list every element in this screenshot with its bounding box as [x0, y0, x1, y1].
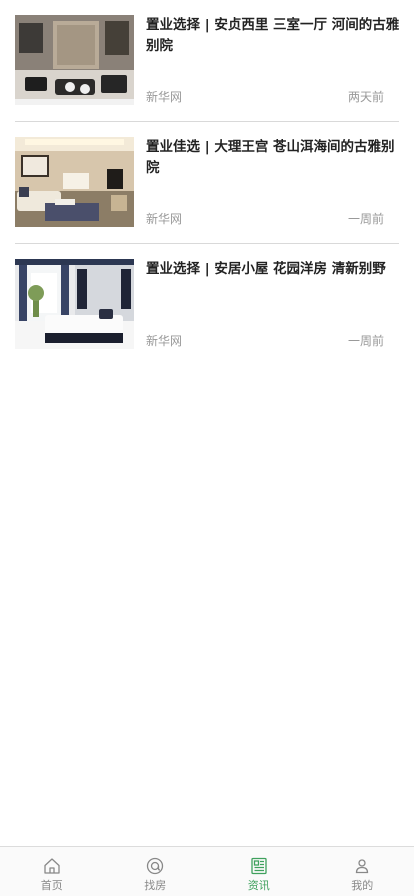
news-item[interactable]: 置业选择 | 安居小屋 花园洋房 清新别野 新华网 一周前: [15, 244, 399, 365]
tab-label: 我的: [351, 879, 374, 892]
news-source: 新华网: [146, 212, 183, 226]
tab-news[interactable]: 资讯: [207, 847, 311, 896]
news-thumbnail[interactable]: [15, 137, 134, 227]
news-title[interactable]: 置业选择 | 安居小屋 花园洋房 清新别野: [146, 259, 400, 280]
news-source: 新华网: [146, 90, 183, 104]
tab-home[interactable]: 首页: [0, 847, 104, 896]
news-list: 置业选择 | 安贞西里 三室一厅 河间的古雅别院 新华网 两天前 置业佳选 |: [0, 0, 414, 365]
bottom-tab-bar: 首页 找房 资讯 我的: [0, 846, 414, 896]
news-time: 一周前: [347, 212, 384, 226]
tab-label: 找房: [144, 879, 167, 892]
tab-find-house[interactable]: 找房: [104, 847, 208, 896]
news-item[interactable]: 置业佳选 | 大理王宫 苍山洱海间的古雅别院 新华网 一周前: [15, 122, 399, 244]
home-icon: [44, 858, 60, 874]
news-item[interactable]: 置业选择 | 安贞西里 三室一厅 河间的古雅别院 新华网 两天前: [15, 0, 399, 122]
tab-label: 资讯: [247, 879, 270, 892]
search-icon: [147, 857, 164, 875]
news-title[interactable]: 置业佳选 | 大理王宫 苍山洱海间的古雅别院: [146, 137, 400, 179]
news-thumbnail[interactable]: [15, 15, 134, 105]
news-icon: [251, 857, 267, 875]
news-time: 两天前: [347, 90, 384, 104]
news-time: 一周前: [347, 334, 384, 348]
news-title[interactable]: 置业选择 | 安贞西里 三室一厅 河间的古雅别院: [146, 15, 400, 57]
tab-label: 首页: [40, 879, 63, 892]
news-thumbnail[interactable]: [15, 259, 134, 349]
news-source: 新华网: [146, 334, 183, 348]
user-icon: [356, 859, 369, 874]
tab-mine[interactable]: 我的: [311, 847, 414, 896]
